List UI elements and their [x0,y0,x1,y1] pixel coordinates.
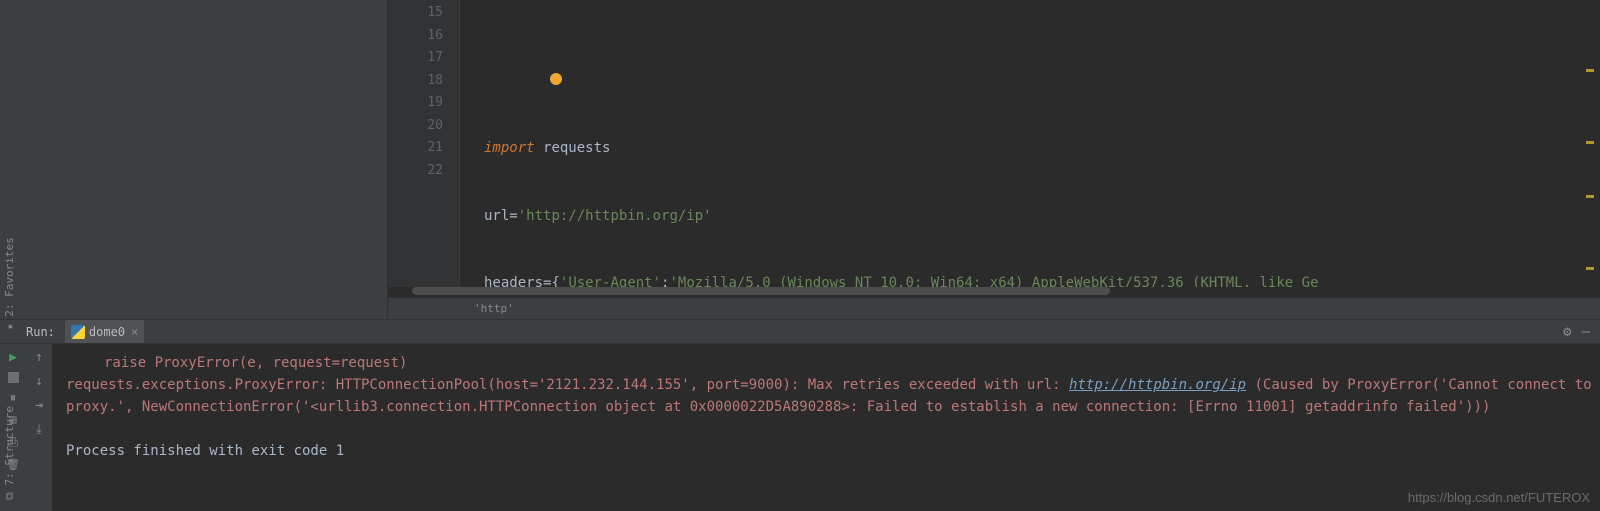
rerun-icon[interactable]: ▶ [6,350,20,364]
warning-marker-icon[interactable] [1586,141,1594,144]
sidebar-tab-favorites[interactable]: ★ 2: Favorites [3,237,16,330]
gutter[interactable]: 15 16 17 18 19 20 21 22 [388,0,460,287]
code-line[interactable] [484,70,1600,93]
gear-icon[interactable]: ⚙ [1563,324,1571,340]
line-number: 19 [388,92,443,115]
string: 'Mozilla/5.0 (Windows NT 10.0; Win64; x6… [669,275,1318,287]
editor: 15 16 17 18 19 20 21 22 import requests … [388,0,1600,319]
string: 'User-Agent' [560,275,661,287]
minimize-icon[interactable]: — [1582,324,1590,340]
intention-bulb-icon[interactable] [550,73,562,85]
code-line[interactable]: url='http://httpbin.org/ip' [484,205,1600,228]
line-number: 17 [388,47,443,70]
line-number: 18 [388,70,443,93]
run-toolbar-secondary: ↑ ↓ ⇥ ⤓ [26,344,52,511]
scrollbar-thumb[interactable] [412,287,1110,295]
horizontal-scrollbar[interactable] [412,287,1576,297]
warning-marker-icon[interactable] [1586,267,1594,270]
console-output[interactable]: raise ProxyError(e, request=request) requ… [52,344,1600,511]
scroll-icon[interactable]: ⤓ [32,422,46,436]
console-line: requests.exceptions.ProxyError: HTTPConn… [66,377,1069,393]
identifier: requests [543,140,610,156]
run-panel: Run: dome0 × ⚙ — ▶ ⏸ ⊞ ⎙ 🗑 ↑ ↓ ⇥ ⤓ raise… [0,319,1600,511]
up-arrow-icon[interactable]: ↑ [32,350,46,364]
run-tab-name: dome0 [89,325,125,339]
line-number: 16 [388,25,443,48]
project-panel[interactable] [0,0,388,319]
line-number: 20 [388,115,443,138]
code-content[interactable]: import requests url='http://httpbin.org/… [460,0,1600,287]
line-number: 15 [388,2,443,25]
line-number: 22 [388,160,443,183]
breadcrumb[interactable]: 'http' [388,297,1600,319]
watermark: https://blog.csdn.net/FUTEROX [1408,490,1590,505]
sidebar-tab-structure[interactable]: ⧉ 7: Structure [3,406,17,500]
python-icon [71,325,85,339]
run-header: Run: dome0 × ⚙ — [0,320,1600,344]
warning-marker-icon[interactable] [1586,195,1594,198]
keyword: import [484,140,535,156]
wrap-icon[interactable]: ⇥ [32,398,46,412]
warning-marker-icon[interactable] [1586,69,1594,72]
string: 'http://httpbin.org/ip' [518,208,712,224]
run-tab[interactable]: dome0 × [65,320,144,343]
run-label: Run: [26,325,55,339]
code-line[interactable]: import requests [484,137,1600,160]
down-arrow-icon[interactable]: ↓ [32,374,46,388]
close-icon[interactable]: × [131,325,138,339]
pause-icon[interactable]: ⏸ [6,391,20,405]
code-line[interactable]: headers={'User-Agent':'Mozilla/5.0 (Wind… [484,272,1600,287]
console-line: raise ProxyError(e, request=request) [66,352,1600,374]
console-link[interactable]: http://httpbin.org/ip [1069,377,1246,393]
error-stripe[interactable] [1586,2,1598,287]
line-number: 21 [388,137,443,160]
console-exit: Process finished with exit code 1 [66,443,344,459]
stop-icon[interactable] [8,372,19,383]
